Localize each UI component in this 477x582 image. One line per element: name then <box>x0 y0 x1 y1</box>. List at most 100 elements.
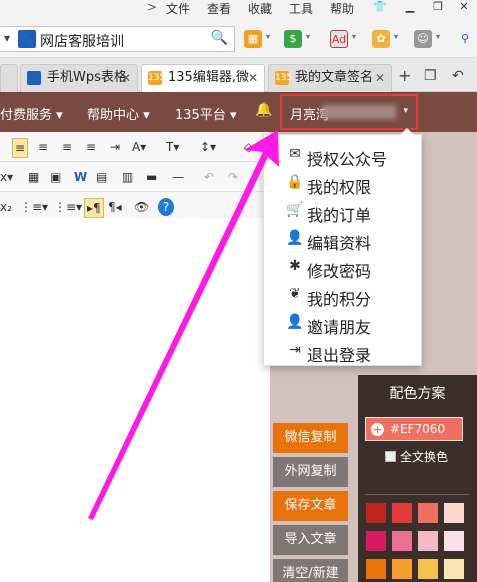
color-swatch[interactable] <box>444 559 464 579</box>
nav-paid-services[interactable]: 付费服务 ▾ <box>0 104 63 123</box>
chevron-down-icon: ▾ <box>403 106 408 116</box>
plus-icon[interactable]: + <box>371 423 384 436</box>
new-tab-button[interactable]: + <box>398 66 411 85</box>
nav-help-center[interactable]: 帮助中心 ▾ <box>87 104 150 123</box>
undo-close-tab-icon[interactable]: ↶ <box>452 68 464 84</box>
user-icon: 👤 <box>286 230 304 246</box>
close-window-icon[interactable]: ✕ <box>452 0 476 18</box>
gift-dropdown-icon[interactable]: ▾ <box>394 32 398 41</box>
tab-label: 我的文章签名 <box>295 70 374 85</box>
ordered-list-icon[interactable]: ⋮≡▾ <box>20 198 48 216</box>
editor-canvas[interactable] <box>0 218 270 582</box>
menu-help[interactable]: 帮助 <box>330 0 354 17</box>
restore-icon[interactable]: ❐ <box>426 0 450 18</box>
menu-item-my-permissions[interactable]: 🔒 我的权限 <box>264 169 423 197</box>
menu-tools[interactable]: 工具 <box>289 0 313 17</box>
color-swatch[interactable] <box>392 503 412 523</box>
menu-item-authorize-account[interactable]: ✉ 授权公众号 <box>264 141 423 169</box>
menu-item-label: 我的订单 <box>307 206 372 225</box>
menu-item-change-password[interactable]: ✱ 修改密码 <box>264 253 423 281</box>
menu-favorites[interactable]: 收藏 <box>248 0 272 17</box>
menu-item-invite-friends[interactable]: 👤 邀请朋友 <box>264 309 423 337</box>
subscript-icon[interactable]: x₂ <box>0 198 12 216</box>
clear-new-button[interactable]: 清空/新建 <box>273 559 348 582</box>
horizontal-rule-icon[interactable]: — <box>172 168 184 186</box>
video-icon[interactable]: ▬ <box>146 168 157 186</box>
tab-list-icon[interactable]: ❐ <box>424 68 437 84</box>
color-swatch[interactable] <box>366 531 386 551</box>
tab-signature[interactable]: 135 我的文章签名 ✕ <box>268 64 392 92</box>
rtl-direction-icon[interactable]: ¶◂ <box>108 198 122 216</box>
menu-file[interactable]: 文件 <box>166 0 190 17</box>
font-size-dropdown[interactable]: x▾ <box>0 168 13 186</box>
color-swatch[interactable] <box>418 531 438 551</box>
skin-icon[interactable]: 👕 <box>368 0 392 18</box>
align-left-icon[interactable]: ≡ <box>12 138 29 158</box>
font-color-icon[interactable]: A▾ <box>132 138 146 156</box>
help-icon[interactable]: ? <box>158 198 174 216</box>
wechat-copy-button[interactable]: 微信复制 <box>273 423 348 453</box>
bell-icon[interactable]: 🔔 <box>255 102 272 118</box>
color-swatch[interactable] <box>366 503 386 523</box>
address-text[interactable]: 网店客服培训 <box>40 31 124 51</box>
tab-wps[interactable]: 🐾 手机Wps表格 ✕ <box>20 64 138 92</box>
line-height-icon[interactable]: ↕▾ <box>200 138 216 156</box>
word-import-icon[interactable]: W <box>74 168 87 186</box>
color-swatch[interactable] <box>392 531 412 551</box>
color-swatch[interactable] <box>444 503 464 523</box>
tab-overflow[interactable] <box>0 64 18 92</box>
gift-icon[interactable]: ✿ <box>372 30 390 48</box>
save-article-button[interactable]: 保存文章 <box>273 491 348 521</box>
color-scheme-panel: 配色方案 + #EF7060 全文换色 <box>358 375 477 582</box>
indent-icon[interactable]: ⇥ <box>110 138 120 156</box>
shield-dropdown-icon[interactable]: ▾ <box>306 32 310 41</box>
full-text-recolor-checkbox[interactable] <box>385 451 396 462</box>
external-copy-button[interactable]: 外网复制 <box>273 457 348 487</box>
color-swatch[interactable] <box>418 503 438 523</box>
nav-135-platform[interactable]: 135平台 ▾ <box>175 104 236 123</box>
import-article-button[interactable]: 导入文章 <box>273 525 348 555</box>
menu-chevron[interactable]: > <box>147 0 157 14</box>
align-center-icon[interactable]: ≡ <box>38 138 48 156</box>
unordered-list-icon[interactable]: ⋮≡▾ <box>54 198 82 216</box>
gallery-icon[interactable]: ▥ <box>122 168 133 186</box>
align-right-icon[interactable]: ≡ <box>62 138 72 156</box>
user-menu-trigger[interactable]: 月亮湾 ▾ <box>280 94 418 130</box>
minimize-icon[interactable]: ▁ <box>398 0 422 18</box>
color-swatch[interactable] <box>366 559 386 579</box>
address-dropdown-icon[interactable]: ▾ <box>4 31 10 45</box>
preview-icon[interactable]: 👁 <box>134 198 149 216</box>
table-icon[interactable]: ▦ <box>28 168 39 186</box>
menu-item-my-points[interactable]: ❦ 我的积分 <box>264 281 423 309</box>
close-tab-icon[interactable]: ✕ <box>375 65 385 91</box>
search-icon[interactable]: 🔍 <box>211 30 228 46</box>
ltr-direction-icon[interactable]: ▸¶ <box>84 198 104 218</box>
redo-icon[interactable]: ↷ <box>228 168 238 186</box>
color-swatch[interactable] <box>418 559 438 579</box>
color-swatch[interactable] <box>392 559 412 579</box>
apps-dropdown-icon[interactable]: ▾ <box>266 32 270 41</box>
menu-view[interactable]: 查看 <box>207 0 231 17</box>
tab-135-editor[interactable]: 135 135编辑器,微 ✕ <box>141 64 265 92</box>
close-tab-icon[interactable]: ✕ <box>121 65 131 91</box>
menu-item-my-orders[interactable]: 🛒 我的订单 <box>264 197 423 225</box>
adblock-dropdown-icon[interactable]: ▾ <box>352 32 356 41</box>
image-icon[interactable]: ▣ <box>50 168 61 186</box>
apps-icon[interactable]: ▦ <box>244 30 262 48</box>
color-input[interactable]: + #EF7060 <box>365 417 463 441</box>
gamepad-icon[interactable]: ☺ <box>414 30 432 48</box>
gamepad-dropdown-icon[interactable]: ▾ <box>436 32 440 41</box>
color-swatch[interactable] <box>444 531 464 551</box>
insert-frame-icon[interactable]: ▤ <box>96 168 107 186</box>
menu-item-logout[interactable]: ⇥ 退出登录 <box>264 337 423 365</box>
text-format-icon[interactable]: T▾ <box>166 138 179 156</box>
eraser-icon[interactable]: ◇ <box>244 138 253 156</box>
search-toolbar-icon[interactable]: ⚲ <box>456 30 474 48</box>
menu-item-edit-profile[interactable]: 👤 编辑资料 <box>264 225 423 253</box>
close-tab-icon[interactable]: ✕ <box>248 65 258 91</box>
address-input[interactable]: ▾ 🐾 网店客服培训 🔍 <box>0 26 235 52</box>
adblock-icon[interactable]: Ad <box>330 30 348 48</box>
undo-icon[interactable]: ↶ <box>204 168 214 186</box>
shield-icon[interactable]: $ <box>284 30 302 48</box>
align-justify-icon[interactable]: ≡ <box>86 138 96 156</box>
